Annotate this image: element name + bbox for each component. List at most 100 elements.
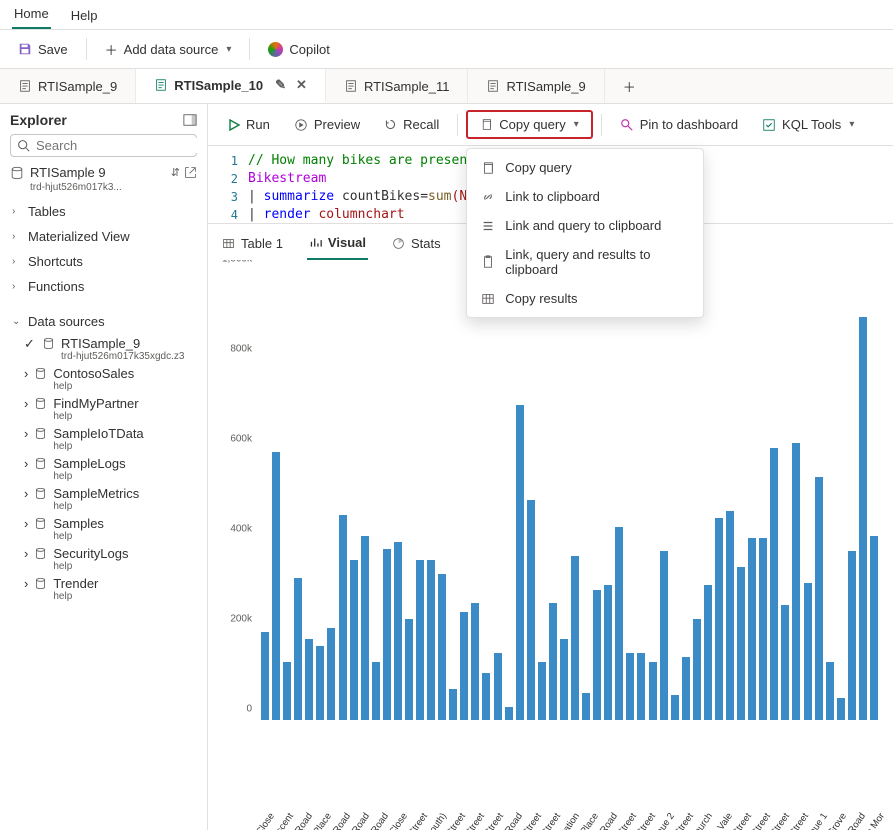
expand-icon[interactable]: ⇵ (171, 166, 180, 179)
add-data-source-button[interactable]: ＋ Add data source ▾ (97, 36, 240, 63)
tab-stats[interactable]: Stats (390, 232, 443, 259)
chart-bar[interactable] (737, 567, 745, 720)
chart-bar[interactable] (516, 405, 524, 720)
menu-home[interactable]: Home (12, 2, 51, 29)
kql-tools-button[interactable]: KQL Tools ▾ (752, 112, 864, 137)
chart-bar[interactable] (327, 628, 335, 720)
chart-bar[interactable] (571, 556, 579, 720)
chart-bar[interactable] (416, 560, 424, 720)
close-icon[interactable]: ✕ (296, 77, 307, 93)
chart-bar[interactable] (848, 551, 856, 720)
chart-bar[interactable] (859, 317, 867, 720)
chart-bar[interactable] (804, 583, 812, 720)
chart-bar[interactable] (626, 653, 634, 721)
chart-bar[interactable] (272, 452, 280, 720)
tree-folder[interactable]: ›Materialized View (10, 224, 197, 249)
chart-bar[interactable] (283, 662, 291, 721)
chart-bar[interactable] (560, 639, 568, 720)
file-tab[interactable]: RTISample_10✎✕ (136, 69, 326, 103)
dd-link-query-clipboard[interactable]: Link and query to clipboard (467, 211, 703, 240)
chart-bar[interactable] (649, 662, 657, 721)
tree-folder[interactable]: ›Shortcuts (10, 249, 197, 274)
chart-bar[interactable] (494, 653, 502, 721)
dd-link-clipboard[interactable]: Link to clipboard (467, 182, 703, 211)
file-tab[interactable]: RTISample_9 (468, 69, 604, 103)
chart-bar[interactable] (671, 695, 679, 720)
chart-bar[interactable] (316, 646, 324, 720)
copilot-button[interactable]: Copilot (260, 38, 337, 61)
data-sources-header[interactable]: ⌄ Data sources (10, 309, 197, 334)
data-source-item[interactable]: ›FindMyPartnerhelp (10, 394, 197, 424)
data-source-item[interactable]: ✓RTISample_9trd-hjut526m017k35xgdc.z3 (10, 334, 197, 364)
dd-copy-query[interactable]: Copy query (467, 153, 703, 182)
chart-bar[interactable] (527, 500, 535, 721)
chart-bar[interactable] (372, 662, 380, 721)
data-source-item[interactable]: ›Trenderhelp (10, 574, 197, 604)
chart-bar[interactable] (339, 515, 347, 720)
data-source-item[interactable]: ›SampleIoTDatahelp (10, 424, 197, 454)
chart-bar[interactable] (350, 560, 358, 720)
file-tab[interactable]: RTISample_9 (0, 69, 136, 103)
chart-bar[interactable] (870, 536, 878, 721)
edit-icon[interactable]: ✎ (275, 77, 286, 93)
chart-bar[interactable] (460, 612, 468, 720)
tab-table[interactable]: Table 1 (220, 232, 285, 259)
run-button[interactable]: Run (218, 112, 280, 137)
data-source-item[interactable]: ›SampleLogshelp (10, 454, 197, 484)
tree-folder[interactable]: ›Functions (10, 274, 197, 299)
chart-bar[interactable] (427, 560, 435, 720)
tree-folder[interactable]: ›Tables (10, 199, 197, 224)
chart-bar[interactable] (748, 538, 756, 720)
chart-bar[interactable] (637, 653, 645, 721)
chart-bar[interactable] (715, 518, 723, 721)
chart-bar[interactable] (549, 603, 557, 720)
open-external-icon[interactable] (184, 166, 197, 179)
new-tab-button[interactable]: ＋ (605, 69, 654, 103)
chart-bar[interactable] (505, 707, 513, 721)
pin-dashboard-button[interactable]: Pin to dashboard (610, 112, 748, 137)
chart-bar[interactable] (383, 549, 391, 720)
recall-button[interactable]: Recall (374, 112, 449, 137)
chart-bar[interactable] (261, 632, 269, 720)
data-source-item[interactable]: ›Sampleshelp (10, 514, 197, 544)
chart-bar[interactable] (471, 603, 479, 720)
menu-help[interactable]: Help (69, 4, 100, 29)
chart-bar[interactable] (759, 538, 767, 720)
file-tab[interactable]: RTISample_11 (326, 69, 469, 103)
chart-bar[interactable] (593, 590, 601, 721)
chart-bar[interactable] (394, 542, 402, 720)
chart-bar[interactable] (405, 619, 413, 720)
chart-bar[interactable] (682, 657, 690, 720)
dd-copy-results[interactable]: Copy results (467, 284, 703, 313)
chart-bar[interactable] (449, 689, 457, 721)
chart-bar[interactable] (361, 536, 369, 721)
chart-bar[interactable] (615, 527, 623, 721)
chart-bar[interactable] (704, 585, 712, 720)
chart-bar[interactable] (438, 574, 446, 720)
chart-bar[interactable] (538, 662, 546, 721)
chart-bar[interactable] (482, 673, 490, 720)
chart-bar[interactable] (726, 511, 734, 720)
chart-bar[interactable] (792, 443, 800, 720)
chart-bar[interactable] (305, 639, 313, 720)
search-input-wrap[interactable] (10, 134, 197, 157)
data-source-item[interactable]: ›SampleMetricshelp (10, 484, 197, 514)
chart-bar[interactable] (837, 698, 845, 721)
chart-bar[interactable] (781, 605, 789, 720)
save-button[interactable]: Save (10, 38, 76, 61)
chart-bar[interactable] (604, 585, 612, 720)
panel-collapse-icon[interactable] (183, 113, 197, 127)
chart-bar[interactable] (582, 693, 590, 720)
tab-visual[interactable]: Visual (307, 231, 368, 260)
chart-bar[interactable] (660, 551, 668, 720)
data-source-item[interactable]: ›ContosoSaleshelp (10, 364, 197, 394)
preview-button[interactable]: Preview (284, 112, 370, 137)
chart-bar[interactable] (294, 578, 302, 720)
data-source-item[interactable]: ›SecurityLogshelp (10, 544, 197, 574)
chart-bar[interactable] (815, 477, 823, 720)
chart-bar[interactable] (693, 619, 701, 720)
database-header[interactable]: RTISample 9 (10, 163, 171, 182)
chart-bar[interactable] (770, 448, 778, 720)
chart-bar[interactable] (826, 662, 834, 721)
search-input[interactable] (36, 138, 208, 153)
